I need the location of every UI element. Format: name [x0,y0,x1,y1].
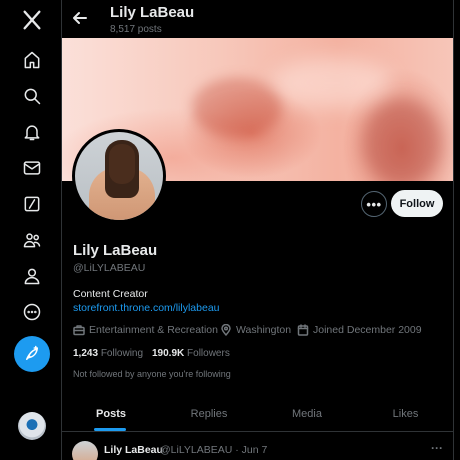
mutual-followers-note: Not followed by anyone you're following [73,369,231,379]
post-more-icon[interactable]: ··· [431,441,443,455]
account-avatar[interactable] [18,412,46,440]
profile-location: Washington [220,324,291,336]
header-profile-name: Lily LaBeau [110,4,195,21]
search-icon[interactable] [14,78,50,114]
more-options-button[interactable]: ••• [361,191,387,217]
profile-category-label: Entertainment & Recreation [89,324,218,336]
post-author-avatar[interactable] [72,441,98,460]
post-author-handle-date: @LiLYLABEAU · Jun 7 [160,444,268,456]
followers-label: Followers [187,348,230,359]
list-item[interactable]: Lily LaBeau @LiLYLABEAU · Jun 7 ··· [62,433,453,460]
tab-media[interactable]: Media [258,396,356,432]
header-post-count: 8,517 posts [110,24,162,35]
tab-likes[interactable]: Likes [356,396,453,432]
profile-category: Entertainment & Recreation [73,324,218,336]
profile-location-label: Washington [236,324,292,336]
x-logo-icon[interactable] [14,2,50,38]
briefcase-icon [73,325,85,336]
profile-website-link[interactable]: storefront.throne.com/lilylabeau [73,302,220,314]
following-count: 1,243 [73,348,99,359]
post-button[interactable] [14,336,50,372]
followers-count: 190.9K [152,348,185,359]
communities-icon[interactable] [14,222,50,258]
more-circle-icon[interactable] [14,294,50,330]
profile-tabs: Posts Replies Media Likes [62,396,453,432]
follow-button[interactable]: Follow [391,190,443,217]
profile-column: Lily LaBeau 8,517 posts ••• Follow Lily … [61,0,454,460]
side-navigation [0,0,62,460]
home-icon[interactable] [14,42,50,78]
tab-posts[interactable]: Posts [62,396,160,432]
bell-icon[interactable] [14,114,50,150]
profile-avatar[interactable] [72,129,166,223]
following-stat[interactable]: 1,243 Following [73,348,143,359]
followers-stat[interactable]: 190.9K Followers [152,348,230,359]
location-pin-icon [221,324,231,336]
feather-icon [26,345,38,360]
active-tab-indicator [94,428,126,431]
following-label: Following [100,348,144,359]
profile-join-date: Joined December 2009 [297,324,422,336]
grok-icon[interactable] [14,186,50,222]
profile-header-bar: Lily LaBeau 8,517 posts [62,0,453,38]
profile-bio: Content Creator [73,288,148,300]
profile-name: Lily LaBeau [73,242,158,259]
profile-handle: @LiLYLABEAU [73,262,146,274]
post-author-name[interactable]: Lily LaBeau [104,444,163,456]
tab-replies[interactable]: Replies [160,396,258,432]
profile-join-date-label: Joined December 2009 [313,324,422,336]
calendar-icon [297,324,309,336]
profile-icon[interactable] [14,258,50,294]
back-arrow-icon[interactable] [72,10,88,26]
mail-icon[interactable] [14,150,50,186]
